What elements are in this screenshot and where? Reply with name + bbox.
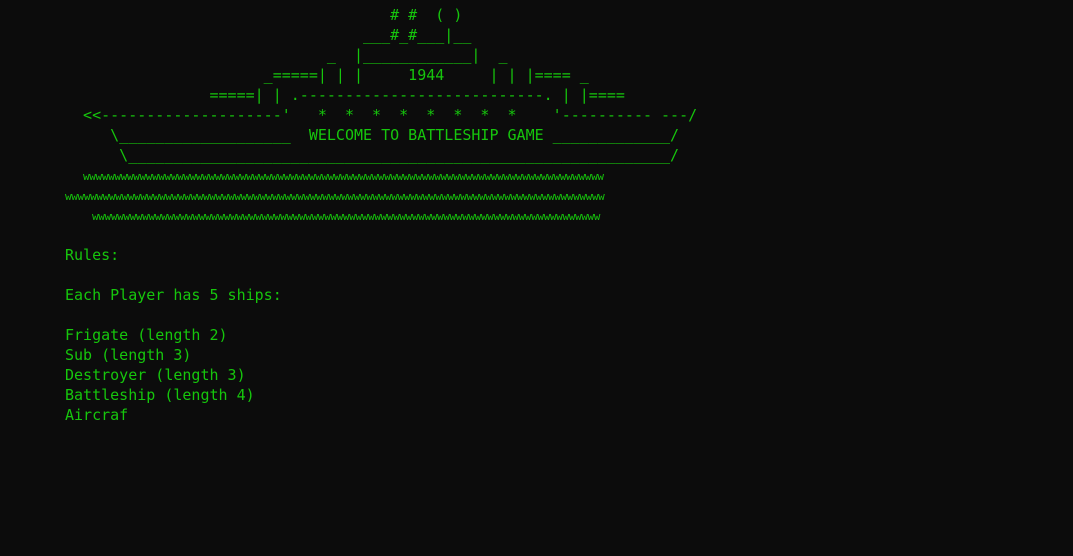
ships-intro: Each Player has 5 ships: [65,286,282,304]
banner-line: # # ( ) [65,6,463,24]
wave-line: wwwwwwwwwwwwwwwwwwwwwwwwwwwwwwwwwwwwwwww… [92,210,601,223]
banner-line: ___#_#___|__ [65,26,472,44]
banner-line: \_______________________________________… [65,146,680,164]
ship-item: Aircraf [65,406,129,424]
banner-line: _=====| | | 1944 | | |==== _ [65,66,589,84]
ship-item: Sub (length 3) [65,346,192,364]
ship-item: Destroyer (length 3) [65,366,246,384]
banner-line: <<--------------------' * * * * * * * * … [65,106,698,124]
welcome-title-line: \___________________ WELCOME TO BATTLESH… [65,126,680,144]
ship-item: Battleship (length 4) [65,386,255,404]
console-window[interactable]: # # ( ) ___#_#___|__ _ |____________| _ … [0,0,1073,556]
banner-line: =====| | .---------------------------. |… [65,86,625,104]
wave-line: wwwwwwwwwwwwwwwwwwwwwwwwwwwwwwwwwwwwwwww… [83,170,604,183]
banner-line: _ |____________| _ [65,46,508,64]
rules-heading: Rules: [65,246,120,264]
wave-line: wwwwwwwwwwwwwwwwwwwwwwwwwwwwwwwwwwwwwwww… [65,190,605,203]
ship-item: Frigate (length 2) [65,326,228,344]
